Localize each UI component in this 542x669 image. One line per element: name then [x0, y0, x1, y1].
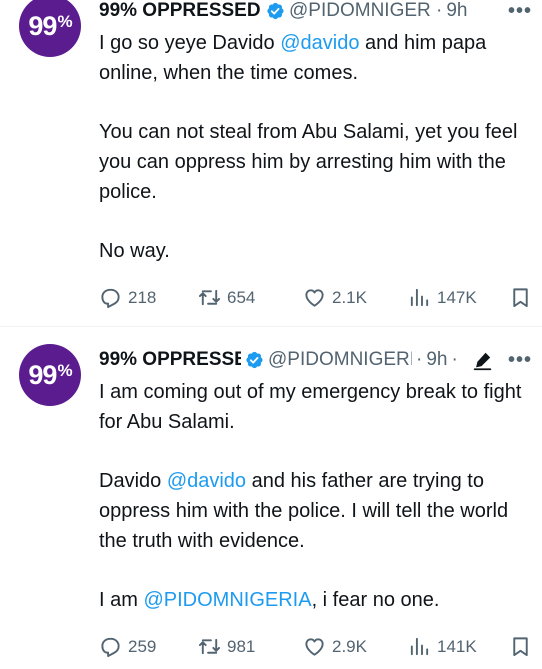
paragraph: I go so yeye Davido @davido and him papa…	[99, 28, 534, 88]
avatar[interactable]: 99%	[19, 344, 81, 406]
like-button[interactable]: 2.9K	[303, 635, 367, 658]
reply-count: 259	[128, 636, 157, 656]
reply-button[interactable]: 218	[99, 286, 156, 309]
mention-link[interactable]: @davido	[280, 32, 359, 54]
edit-pen-icon[interactable]	[472, 350, 493, 371]
avatar[interactable]: 99%	[19, 0, 81, 57]
avatar-text: 99	[28, 10, 57, 41]
timestamp[interactable]: 9h	[426, 349, 447, 371]
like-icon	[305, 638, 324, 656]
tweet-header: 99% OPPRESSED NIGERIA @PIDOMNIGERIA · 9h	[99, 0, 539, 26]
mention-link[interactable]: @davido	[167, 470, 246, 492]
author-name[interactable]: 99% OPPRESSED NIGERIA	[99, 0, 262, 22]
avatar-text: 99	[28, 359, 57, 390]
text: No way.	[99, 240, 170, 262]
author-handle[interactable]: @PIDOMNIGERIA	[268, 349, 412, 371]
reply-button[interactable]: 259	[99, 635, 156, 658]
action-bar: 259 981 2.9K 141K	[99, 632, 534, 662]
retweet-count: 981	[227, 636, 256, 656]
views-button[interactable]: 147K	[408, 286, 477, 309]
like-button[interactable]: 2.1K	[303, 286, 367, 309]
author-handle[interactable]: @PIDOMNIGERIA	[289, 0, 432, 22]
tweet[interactable]: 99% 99% OPPRESSED NIGERIA @PIDOMNIGERIA …	[0, 0, 542, 326]
views-icon	[410, 637, 429, 656]
like-count: 2.9K	[332, 636, 367, 656]
separator-dot: ·	[451, 349, 458, 370]
tweet-header: 99% OPPRESSED NIGERIA @PIDOMNIGERIA · 9h…	[99, 345, 539, 375]
bookmark-icon	[513, 637, 528, 657]
bookmark-button[interactable]	[509, 286, 532, 309]
retweet-count: 654	[227, 287, 256, 307]
verified-badge-icon	[267, 2, 284, 20]
text: You can not steal from Abu Salami, yet y…	[99, 121, 518, 203]
views-count: 147K	[437, 287, 477, 307]
avatar-pct: %	[57, 361, 72, 380]
text: Davido	[99, 470, 167, 492]
paragraph: You can not steal from Abu Salami, yet y…	[99, 117, 534, 207]
author-name[interactable]: 99% OPPRESSED NIGERIA	[99, 349, 241, 371]
retweet-icon	[198, 289, 221, 306]
bookmark-button[interactable]	[509, 635, 532, 658]
verified-badge-icon	[246, 351, 263, 369]
retweet-icon	[198, 638, 221, 655]
mention-link[interactable]: @PIDOMNIGERIA	[143, 589, 311, 611]
action-bar: 218 654 2.1K 147K	[99, 283, 534, 313]
text: I go so yeye Davido	[99, 32, 281, 54]
reply-icon	[101, 637, 120, 658]
views-icon	[410, 288, 429, 307]
text: I am	[99, 589, 144, 611]
separator-dot: ·	[436, 0, 443, 21]
paragraph: No way.	[99, 236, 534, 266]
views-count: 141K	[437, 636, 477, 656]
tweet[interactable]: 99% 99% OPPRESSED NIGERIA @PIDOMNIGERIA …	[0, 327, 542, 669]
more-icon[interactable]: •••	[508, 0, 532, 23]
more-icon[interactable]: •••	[508, 349, 532, 372]
paragraph: I am coming out of my emergency break to…	[99, 377, 534, 437]
avatar-pct: %	[57, 12, 72, 31]
text: I am coming out of my emergency break to…	[99, 381, 522, 433]
tweet-text: I go so yeye Davido @davido and him papa…	[99, 28, 534, 295]
retweet-button[interactable]: 654	[198, 286, 255, 309]
retweet-button[interactable]: 981	[198, 635, 255, 658]
separator-dot: ·	[416, 349, 423, 370]
reply-icon	[101, 288, 120, 309]
views-button[interactable]: 141K	[408, 635, 477, 658]
like-count: 2.1K	[332, 287, 367, 307]
timestamp[interactable]: 9h	[446, 0, 467, 22]
reply-count: 218	[128, 287, 157, 307]
bookmark-icon	[513, 288, 528, 308]
like-icon	[305, 289, 324, 307]
tweet-text: I am coming out of my emergency break to…	[99, 377, 534, 644]
paragraph: I am @PIDOMNIGERIA, i fear no one.	[99, 585, 534, 615]
text: , i fear no one.	[311, 589, 440, 611]
paragraph: Davido @davido and his father are trying…	[99, 466, 534, 556]
